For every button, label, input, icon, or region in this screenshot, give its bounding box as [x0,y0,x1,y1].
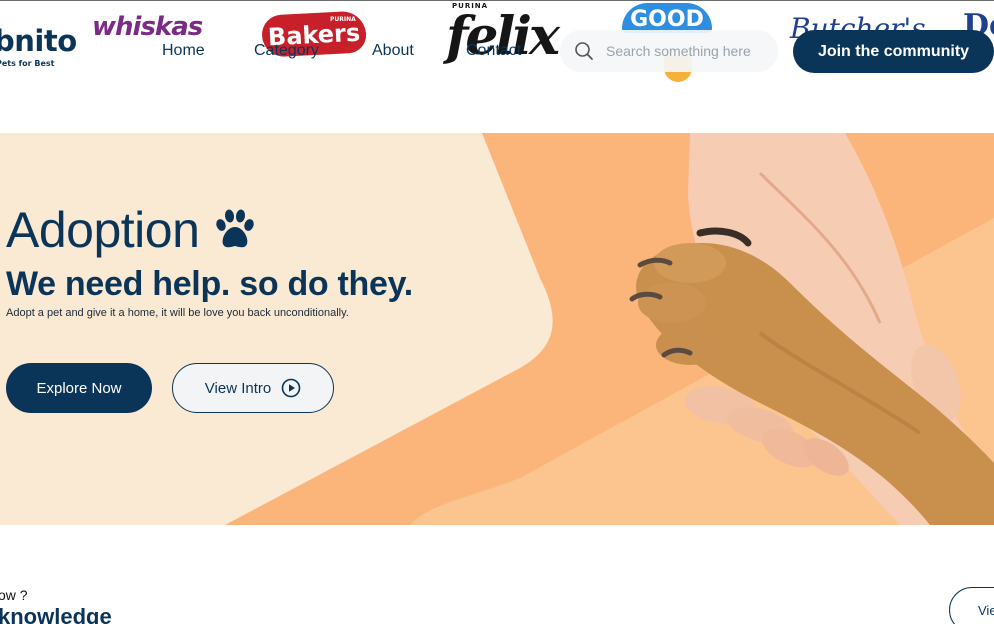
hero-title: Adoption [6,202,200,258]
hero-background [0,133,994,525]
good-logo: GOOD [622,3,712,33]
nav-category[interactable]: Category [254,42,319,60]
search-input[interactable] [606,43,756,59]
hero-banner: Adoption We need help. so do they. Adopt… [0,133,994,525]
view-intro-button[interactable]: View Intro [172,363,334,413]
play-circle-icon [281,378,301,398]
whiskas-logo: whiskas [92,12,203,42]
section-heading: knowledge [0,604,112,624]
hero-subtitle: We need help. so do they. [6,265,413,303]
top-border [0,0,994,1]
bakers-purina-label: PURINA [330,16,356,23]
section-view-button[interactable]: Vie [949,587,994,624]
explore-now-button[interactable]: Explore Now [6,363,152,413]
paw-icon [216,209,255,248]
hero-description: Adopt a pet and give it a home, it will … [6,307,349,319]
view-intro-label: View Intro [204,379,272,397]
nav-about[interactable]: About [372,42,414,60]
search-bar[interactable] [560,30,778,72]
bonito-tagline: Pets for Best [0,59,55,68]
hero-title-row: Adoption [6,201,257,259]
nav-contact[interactable]: Contact [466,42,521,60]
nav-home[interactable]: Home [162,42,205,60]
search-icon [575,42,593,60]
section-eyebrow: ow ? [0,587,28,603]
bonito-logo: bnito [0,24,77,58]
join-community-button[interactable]: Join the community [793,30,994,73]
